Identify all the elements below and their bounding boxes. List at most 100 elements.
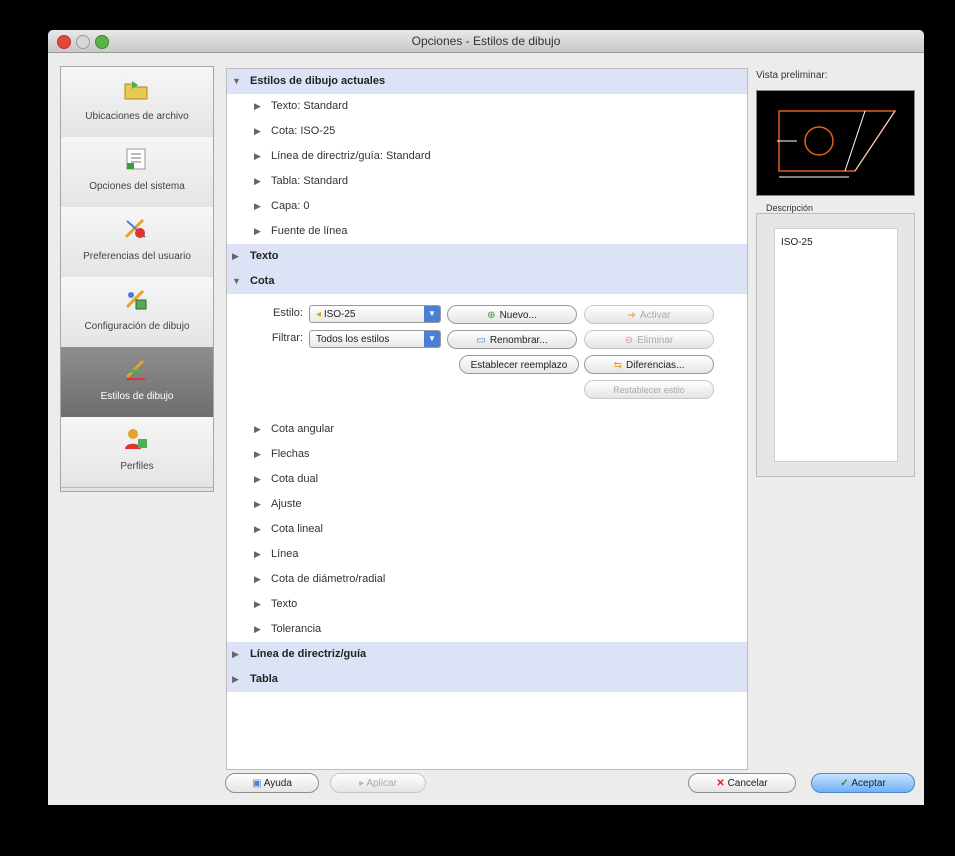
diferencias-button[interactable]: ⇆ Diferencias... <box>584 355 714 374</box>
tree-item[interactable]: ▶ Cota: ISO-25 <box>227 119 747 144</box>
delete-icon: ⊖ <box>624 335 634 346</box>
estilo-select[interactable]: ◂ ISO-25 ▼ <box>309 305 441 323</box>
activar-button-label: Activar <box>639 310 671 321</box>
disclosure-closed-icon[interactable]: ▶ <box>232 667 239 692</box>
tree-item[interactable]: ▶ Cota dual <box>227 467 747 492</box>
disclosure-closed-icon[interactable]: ▶ <box>254 219 261 244</box>
help-icon: ▣ <box>252 778 264 789</box>
cancelar-button[interactable]: ✕ Cancelar <box>688 773 796 793</box>
sidebar-item-preferencias[interactable]: Preferencias del usuario <box>61 207 213 278</box>
restablecer-button[interactable]: Restablecer estilo <box>584 380 714 399</box>
options-window: Opciones - Estilos de dibujo Ubicaciones… <box>48 30 924 805</box>
profiles-icon <box>125 429 147 449</box>
tree-section-directriz[interactable]: ▶ Línea de directriz/guía <box>227 642 747 667</box>
estilo-select-value: ISO-25 <box>323 309 356 320</box>
user-preferences-icon <box>124 218 146 239</box>
establecer-reemplazo-button[interactable]: Establecer reemplazo <box>459 355 579 374</box>
ayuda-button-label: Ayuda <box>263 778 292 789</box>
arrow-right-icon: ➜ <box>627 310 636 321</box>
preview-label: Vista preliminar: <box>756 70 828 81</box>
sidebar-item-sistema[interactable]: Opciones del sistema <box>61 137 213 208</box>
tree-item-label: Cota lineal <box>271 523 323 535</box>
folder-icon <box>124 81 148 100</box>
title-bar: Opciones - Estilos de dibujo <box>48 30 924 53</box>
compare-icon: ⇆ <box>613 360 623 371</box>
disclosure-closed-icon[interactable]: ▶ <box>254 517 261 542</box>
sidebar-item-configuracion[interactable]: Configuración de dibujo <box>61 277 213 348</box>
ayuda-button[interactable]: ▣ Ayuda <box>225 773 319 793</box>
tree-section-current[interactable]: ▼ Estilos de dibujo actuales <box>227 69 747 94</box>
system-options-icon <box>126 148 146 170</box>
tree-item-label: Fuente de línea <box>271 225 348 237</box>
tree-item[interactable]: ▶ Texto: Standard <box>227 94 747 119</box>
disclosure-closed-icon[interactable]: ▶ <box>254 194 261 219</box>
tree-item-label: Capa: 0 <box>271 200 310 212</box>
aceptar-button[interactable]: ✓ Aceptar <box>811 773 915 793</box>
disclosure-closed-icon[interactable]: ▶ <box>254 442 261 467</box>
disclosure-closed-icon[interactable]: ▶ <box>232 244 239 269</box>
nuevo-button[interactable]: ⊕ Nuevo... <box>447 305 577 324</box>
sidebar-item-ubicaciones[interactable]: Ubicaciones de archivo <box>61 67 213 138</box>
disclosure-closed-icon[interactable]: ▶ <box>254 567 261 592</box>
description-label: Descripción <box>766 203 814 213</box>
disclosure-closed-icon[interactable]: ▶ <box>254 467 261 492</box>
tree-item[interactable]: ▶ Ajuste <box>227 492 747 517</box>
tree-item[interactable]: ▶ Cota de diámetro/radial <box>227 567 747 592</box>
disclosure-open-icon[interactable]: ▼ <box>232 269 241 294</box>
disclosure-open-icon[interactable]: ▼ <box>232 69 241 94</box>
tree-item[interactable]: ▶ Flechas <box>227 442 747 467</box>
tree-item[interactable]: ▶ Línea <box>227 542 747 567</box>
tree-item[interactable]: ▶ Texto <box>227 592 747 617</box>
tree-item-label: Tabla: Standard <box>271 175 349 187</box>
disclosure-closed-icon[interactable]: ▶ <box>254 492 261 517</box>
dimension-preview-image <box>777 110 897 178</box>
eliminar-button[interactable]: ⊖ Eliminar <box>584 330 714 349</box>
disclosure-closed-icon[interactable]: ▶ <box>254 119 261 144</box>
restablecer-button-label: Restablecer estilo <box>613 385 685 395</box>
tree-section-cota[interactable]: ▼ Cota <box>227 269 747 294</box>
activar-button[interactable]: ➜ Activar <box>584 305 714 324</box>
tree-section-texto[interactable]: ▶ Texto <box>227 244 747 269</box>
tree-item[interactable]: ▶ Cota lineal <box>227 517 747 542</box>
disclosure-closed-icon[interactable]: ▶ <box>254 592 261 617</box>
tree-item-label: Tolerancia <box>271 623 322 635</box>
tree-section-tabla[interactable]: ▶ Tabla <box>227 667 747 692</box>
aceptar-button-label: Aceptar <box>851 778 886 789</box>
tree-item[interactable]: ▶ Línea de directriz/guía: Standard <box>227 144 747 169</box>
disclosure-closed-icon[interactable]: ▶ <box>254 542 261 567</box>
tree-item-label: Cota dual <box>271 473 319 485</box>
establecer-button-label: Establecer reemplazo <box>470 360 568 371</box>
tree-item[interactable]: ▶ Tabla: Standard <box>227 169 747 194</box>
disclosure-closed-icon[interactable]: ▶ <box>254 417 261 442</box>
tree-item[interactable]: ▶ Capa: 0 <box>227 194 747 219</box>
options-sidebar: Ubicaciones de archivo Opciones del sist… <box>60 66 214 492</box>
nuevo-button-label: Nuevo... <box>499 310 537 321</box>
window-title: Opciones - Estilos de dibujo <box>411 34 561 48</box>
cancelar-button-label: Cancelar <box>727 778 768 789</box>
filtrar-select[interactable]: Todos los estilos ▼ <box>309 330 441 348</box>
sidebar-item-estilos[interactable]: Estilos de dibujo <box>61 347 213 418</box>
eliminar-button-label: Eliminar <box>637 335 674 346</box>
estilo-label: Estilo: <box>273 307 303 319</box>
tree-item-label: Texto: Standard <box>271 100 349 112</box>
tree-item-label: Línea de directriz/guía: Standard <box>271 150 431 162</box>
disclosure-closed-icon[interactable]: ▶ <box>254 94 261 119</box>
description-text: ISO-25 <box>774 228 898 462</box>
disclosure-closed-icon[interactable]: ▶ <box>254 617 261 642</box>
tree-item[interactable]: ▶ Tolerancia <box>227 617 747 642</box>
preview-pane <box>756 90 915 196</box>
tree-section-label: Línea de directriz/guía <box>250 648 367 660</box>
tree-item[interactable]: ▶ Fuente de línea <box>227 219 747 244</box>
drawing-setup-icon <box>125 289 147 310</box>
tree-section-label: Texto <box>250 250 279 262</box>
filtrar-label: Filtrar: <box>271 332 303 344</box>
add-icon: ⊕ <box>487 310 496 321</box>
disclosure-closed-icon[interactable]: ▶ <box>254 169 261 194</box>
renombrar-button[interactable]: ▭ Renombrar... <box>447 330 577 349</box>
aplicar-button[interactable]: ▸ Aplicar <box>330 773 426 793</box>
tree-item[interactable]: ▶ Cota angular <box>227 417 747 442</box>
chevron-down-icon: ▼ <box>424 331 440 347</box>
sidebar-item-perfiles[interactable]: Perfiles <box>61 417 213 488</box>
disclosure-closed-icon[interactable]: ▶ <box>232 642 239 667</box>
disclosure-closed-icon[interactable]: ▶ <box>254 144 261 169</box>
